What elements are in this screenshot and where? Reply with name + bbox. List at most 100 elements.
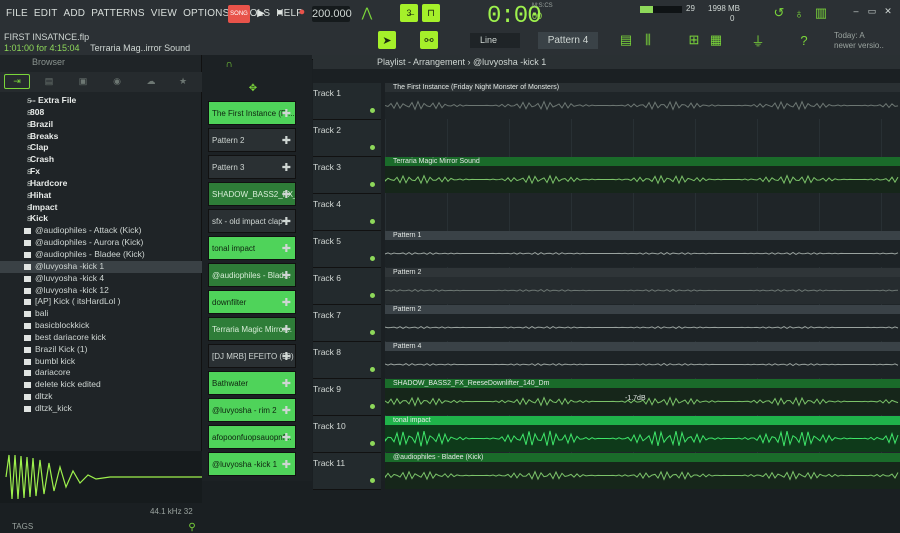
browser-folder[interactable]: Kick [0, 213, 202, 225]
menu-item-file[interactable]: FILE [6, 8, 28, 19]
menu-item-view[interactable]: VIEW [151, 8, 177, 19]
tempo-display[interactable]: 200.000 [312, 6, 352, 22]
browser-folder[interactable]: Brazil [0, 119, 202, 131]
track-mute-led[interactable] [370, 182, 375, 187]
track-header[interactable]: Track 8 [313, 342, 381, 379]
playlist-clip[interactable]: Pattern 4 [385, 342, 900, 378]
help-icon[interactable]: ? [796, 31, 812, 49]
browser-file[interactable]: Brazil Kick (1) [0, 344, 202, 356]
chain-button[interactable]: ⚯ [420, 31, 438, 49]
channel-button[interactable]: Pattern 2 ✚ [208, 128, 296, 152]
track-mute-led[interactable] [370, 293, 375, 298]
browser-folder[interactable]: -- Extra File [0, 95, 202, 107]
track-mute-led[interactable] [370, 330, 375, 335]
browser-file[interactable]: @luvyosha -kick 12 [0, 285, 202, 297]
news-panel[interactable]: Today: Anewer versio.. [834, 31, 884, 51]
pattern-selector[interactable]: Pattern 4 [538, 32, 598, 49]
browser-file[interactable]: [AP] Kick ( itsHardLol ) [0, 296, 202, 308]
track-mute-led[interactable] [370, 404, 375, 409]
track-header[interactable]: Track 10 [313, 416, 381, 453]
mixer-icon[interactable]: ⫼ [640, 31, 656, 49]
track-header[interactable]: Track 3 [313, 157, 381, 194]
browser-file[interactable]: bali [0, 308, 202, 320]
close-button[interactable]: ✕ [882, 5, 894, 17]
browser-tab-all[interactable]: ⇥ [4, 74, 30, 89]
blend-notes-button[interactable]: 3̶ [400, 4, 418, 22]
browser-folder[interactable]: Impact [0, 202, 202, 214]
plugin-icon[interactable]: ⏚ [750, 31, 766, 49]
browser-file[interactable]: basicblockkick [0, 320, 202, 332]
mic-icon[interactable]: ♁ [790, 4, 808, 22]
browser-tab-web[interactable]: ◉ [108, 74, 126, 89]
channel-button[interactable]: downfilter ✚ [208, 290, 296, 314]
playlist-clip[interactable]: @audiophiles - Bladee (Kick) [385, 453, 900, 489]
song-mode-toggle[interactable]: SONG [228, 5, 250, 23]
browser-file[interactable]: @audiophiles - Aurora (Kick) [0, 237, 202, 249]
playlist-clip[interactable]: tonal impact [385, 416, 900, 452]
browser-folder[interactable]: Clap [0, 142, 202, 154]
playlist-grid[interactable]: The First Instance (Friday Night Monster… [385, 83, 900, 489]
browser-folder[interactable]: Crash [0, 154, 202, 166]
playlist-clip[interactable]: Pattern 2 [385, 268, 900, 304]
playlist-icon[interactable]: ▤ [618, 31, 634, 49]
track-header[interactable]: Track 4 [313, 194, 381, 231]
snap-select[interactable]: Line [470, 33, 520, 48]
channel-button[interactable]: @luvyosha - rim 2 ✚ [208, 398, 296, 422]
browser-folder[interactable]: Fx [0, 166, 202, 178]
browser-file[interactable]: @luvyosha -kick 1 [0, 260, 202, 273]
channel-button[interactable]: SHADOW_BASS2_FX_... ✚ [208, 182, 296, 206]
track-header[interactable]: Track 9 [313, 379, 381, 416]
typing-keyboard-button[interactable]: ⊓ [422, 4, 440, 22]
track-header[interactable]: Track 5 [313, 231, 381, 268]
channel-button[interactable]: sfx - old impact clap ✚ [208, 209, 296, 233]
metronome-icon[interactable]: ⋀ [357, 4, 377, 22]
playlist-clip[interactable]: Pattern 2 [385, 305, 900, 341]
browser-file[interactable]: @audiophiles - Bladee (Kick) [0, 249, 202, 261]
channel-button[interactable]: Terraria Magic Mirror... ✚ [208, 317, 296, 341]
channel-rack-button[interactable]: ➤ [378, 31, 396, 49]
magnet-icon[interactable]: ∩ [222, 57, 236, 71]
track-mute-led[interactable] [370, 145, 375, 150]
track-mute-led[interactable] [370, 256, 375, 261]
track-header[interactable]: Track 6 [313, 268, 381, 305]
browser-folder[interactable]: 808 [0, 107, 202, 119]
browser-folder[interactable]: Hardcore [0, 178, 202, 190]
menu-item-edit[interactable]: EDIT [34, 8, 58, 19]
track-mute-led[interactable] [370, 219, 375, 224]
track-header[interactable]: Track 1 [313, 83, 381, 120]
browser-file[interactable]: dltzk [0, 391, 202, 403]
cpu-icon[interactable]: ▥ [812, 4, 830, 22]
menu-item-add[interactable]: ADD [64, 8, 86, 19]
track-header[interactable]: Track 2 [313, 120, 381, 157]
playlist-clip[interactable]: The First Instance (Friday Night Monster… [385, 83, 900, 119]
browser-folder[interactable]: Breaks [0, 131, 202, 143]
track-mute-led[interactable] [370, 108, 375, 113]
browser-file[interactable]: @audiophiles - Attack (Kick) [0, 225, 202, 237]
channel-button[interactable]: The First Instance (Fr... ✚ [208, 101, 296, 125]
tags-label[interactable]: TAGS [12, 522, 33, 531]
playlist-clip[interactable]: Pattern 1 [385, 231, 900, 267]
menu-item-options[interactable]: OPTIONS [183, 8, 229, 19]
browser-tab-cloud[interactable]: ☁ [142, 74, 160, 89]
track-mute-led[interactable] [370, 441, 375, 446]
stop-button[interactable]: ■ [274, 6, 286, 18]
browser-file[interactable]: dariacore [0, 367, 202, 379]
play-button[interactable]: ▶ [254, 6, 268, 20]
track-header[interactable]: Track 7 [313, 305, 381, 342]
search-icon[interactable]: ⚲ [186, 521, 198, 533]
browser-file[interactable]: delete kick edited [0, 379, 202, 391]
browser-file[interactable]: dltzk_kick [0, 403, 202, 415]
browser-tab-favorites[interactable]: ★ [174, 74, 192, 89]
browser-file[interactable]: @luvyosha -kick 4 [0, 273, 202, 285]
browser-tab-plugins[interactable]: ▣ [74, 74, 92, 89]
browser-file[interactable]: bumbl kick [0, 356, 202, 368]
browser-folder[interactable]: Hihat [0, 190, 202, 202]
browser-tab-files[interactable]: ▤ [40, 74, 58, 89]
channel-button[interactable]: Bathwater ✚ [208, 371, 296, 395]
minimize-button[interactable]: – [850, 5, 862, 17]
maximize-button[interactable]: ▭ [866, 5, 878, 17]
channel-button[interactable]: [DJ MRB] EFEITO (50) ✚ [208, 344, 296, 368]
piano-roll-icon[interactable]: ⊞ [686, 31, 702, 49]
channel-button[interactable]: @audiophiles - Blad... ✚ [208, 263, 296, 287]
channel-button[interactable]: Pattern 3 ✚ [208, 155, 296, 179]
